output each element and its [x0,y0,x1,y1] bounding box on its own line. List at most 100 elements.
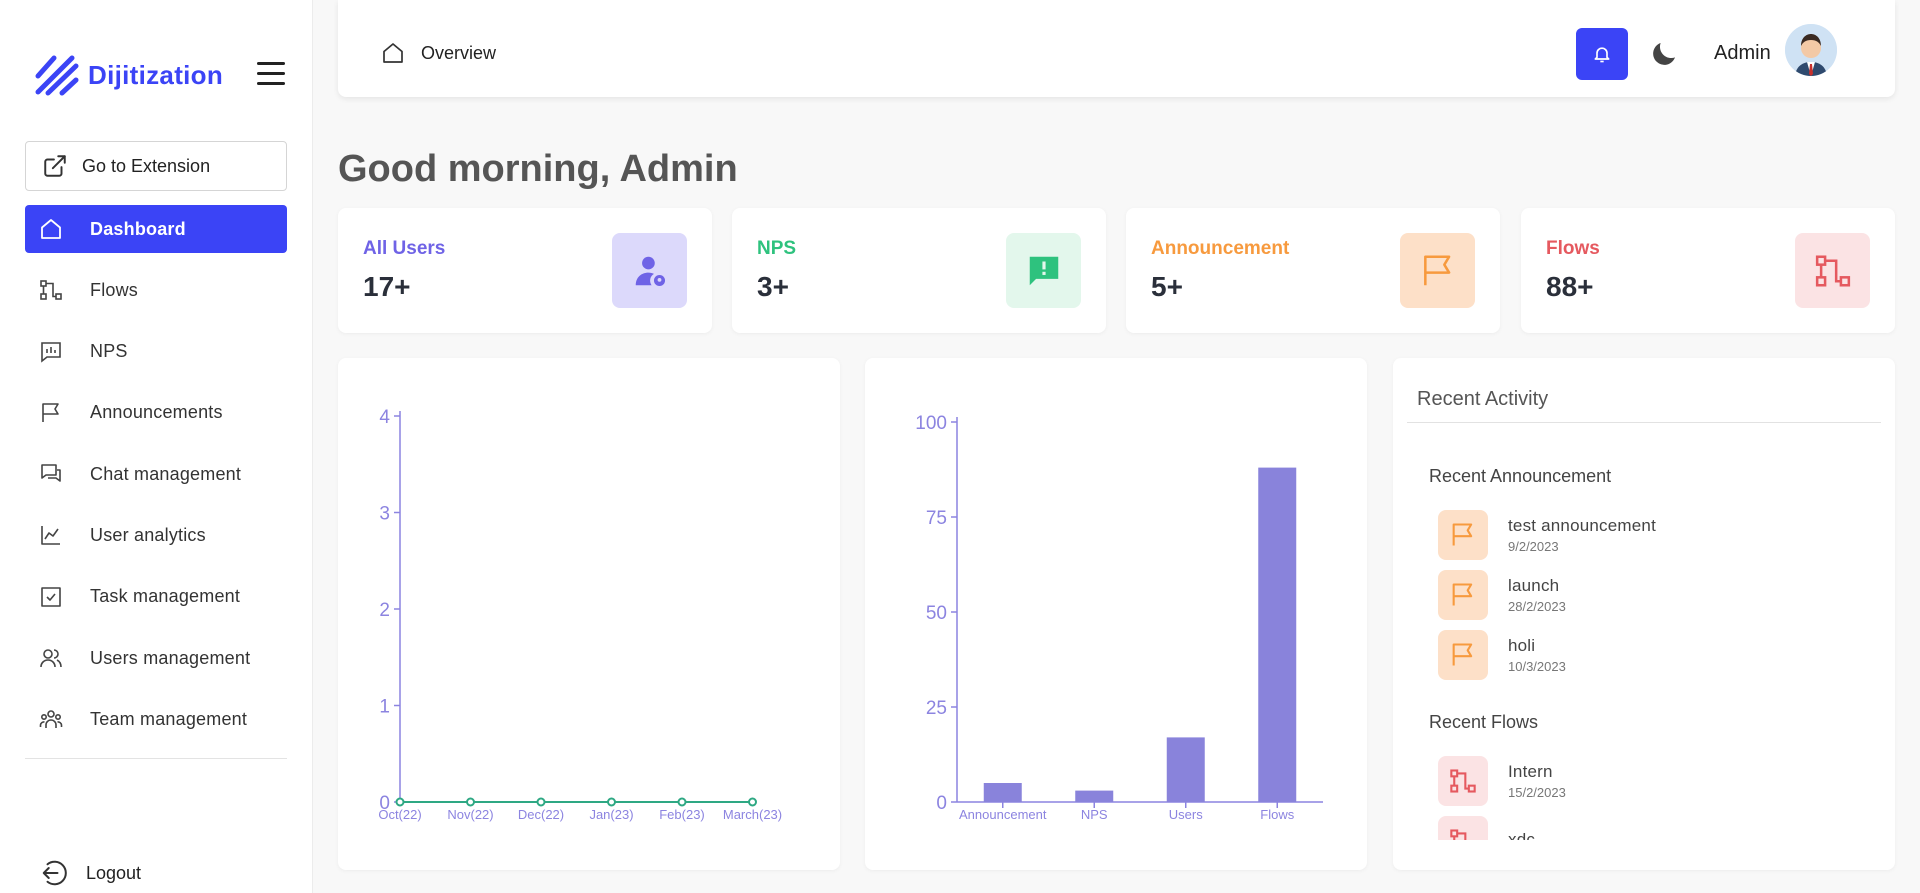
stat-card-announcement[interactable]: Announcement 5+ [1126,208,1500,333]
avatar-image-icon [1785,24,1837,76]
sidebar-item-label: Users management [90,647,251,668]
recent-activity-list[interactable]: Recent Announcement test announcement 9/… [1393,423,1895,840]
logout-button[interactable]: Logout [40,858,141,888]
flag-icon [1423,254,1450,285]
stat-title: Announcement [1151,238,1290,259]
activity-name: xdc [1508,829,1536,841]
sidebar-item-flows[interactable]: Flows [25,266,287,314]
home-icon [383,43,403,63]
x-tick-label: Dec(22) [518,807,564,822]
x-tick-label: March(23) [723,807,782,822]
sidebar-item-users-management[interactable]: Users management [25,634,287,682]
y-tick-label: 4 [379,407,390,428]
x-tick-label: Jan(23) [589,807,633,822]
sidebar-item-dashboard[interactable]: Dashboard [25,205,287,253]
avatar[interactable] [1785,24,1837,76]
sidebar-item-label: Chat management [90,463,242,484]
bar-chart-panel: 0 25 50 75 100 Announcement NPS Users Flows [865,358,1367,870]
sidebar-item-user-analytics[interactable]: User analytics [25,511,287,559]
analytics-icon [41,526,60,546]
sidebar-nav: Dashboard Flows NPS Announcements Chat m… [25,205,287,757]
stat-icon-box [1795,233,1870,308]
stat-card-flows[interactable]: Flows 88+ [1521,208,1895,333]
activity-name: holi [1508,636,1536,655]
feedback-icon [1029,256,1058,285]
sidebar-divider [25,758,287,759]
stat-value: 88+ [1546,271,1594,302]
flow-item[interactable]: Intern 15/2/2023 [1438,756,1566,806]
data-point [536,797,546,807]
y-tick-label: 1 [379,697,390,718]
line-chart-panel: 0 1 2 3 4 Oct(22) Nov(22) Dec(22) Jan(23) Feb(23)… [338,358,840,870]
recent-activity-title: Recent Activity [1417,388,1549,410]
sidebar-item-task-management[interactable]: Task management [25,573,287,621]
chat-icon [41,464,61,482]
brand-logo-icon [35,55,79,96]
sidebar-item-label: Task management [90,586,241,607]
y-tick-label: 0 [936,793,947,814]
flag-icon [1438,570,1488,620]
stat-value: 17+ [363,271,411,302]
data-point [607,797,616,807]
stat-card-users[interactable]: All Users 17+ [338,208,712,333]
brand[interactable]: Dijitization [34,54,223,96]
y-tick-label: 25 [926,698,947,719]
sidebar-item-label: Dashboard [90,218,186,239]
flag-icon [42,403,59,422]
stat-value: 3+ [757,271,789,302]
go-to-extension-button[interactable]: Go to Extension [25,141,287,191]
bar-chart: 0 25 50 75 100 Announcement NPS Users Flows [915,413,1323,822]
breadcrumb[interactable]: Overview [381,41,496,65]
sidebar-item-label: Flows [90,279,139,300]
activity-date: 9/2/2023 [1508,539,1559,554]
activity-date: 28/2/2023 [1508,599,1566,614]
logout-icon [42,860,67,886]
activity-date: 10/3/2023 [1508,659,1566,674]
notifications-button[interactable] [1576,28,1628,80]
announcement-item[interactable]: holi 10/3/2023 [1438,630,1566,680]
stat-title: NPS [757,238,797,259]
x-tick-label: Oct(22) [378,807,421,822]
recent-activity-panel: Recent Activity Recent Announcement test… [1393,358,1895,870]
stat-card-nps[interactable]: NPS 3+ [732,208,1106,333]
menu-toggle-icon[interactable] [257,62,285,86]
home-icon [41,219,61,239]
announcement-item[interactable]: test announcement 9/2/2023 [1438,510,1656,560]
activity-date: 15/2/2023 [1508,785,1566,800]
users-icon [40,649,62,668]
sidebar-item-label: User analytics [90,524,206,545]
recent-flows-title: Recent Flows [1429,712,1539,732]
bell-icon [1594,47,1610,63]
flag-icon [1438,510,1488,560]
logout-label: Logout [86,862,142,883]
data-point [748,797,757,807]
sidebar-item-chat-management[interactable]: Chat management [25,450,287,498]
flow-icon [1438,756,1488,806]
y-tick-label: 75 [926,508,947,529]
x-tick-label: Nov(22) [447,807,493,822]
flow-icon [1815,254,1850,287]
dark-mode-toggle-icon[interactable] [1650,38,1680,68]
sidebar-item-nps[interactable]: NPS [25,328,287,376]
external-link-icon [44,155,66,177]
flow-item[interactable]: xdc [1438,816,1535,840]
flow-icon [40,280,62,301]
sidebar-item-label: NPS [90,341,128,362]
user-name: Admin [1714,42,1771,64]
sidebar-item-team-management[interactable]: Team management [25,695,287,743]
sidebar-item-announcements[interactable]: Announcements [25,389,287,437]
bar [1258,467,1297,802]
x-tick-label: Announcement [959,807,1047,822]
x-tick-label: Feb(23) [659,807,705,822]
flag-icon [1438,630,1488,680]
activity-name: launch [1508,576,1560,595]
bar [983,783,1022,802]
breadcrumb-label: Overview [421,42,497,63]
brand-name: Dijitization [88,59,224,90]
announcement-item[interactable]: launch 28/2/2023 [1438,570,1566,620]
data-point [677,797,687,807]
go-to-extension-label: Go to Extension [82,155,211,176]
recent-announcement-title: Recent Announcement [1429,466,1612,486]
stat-icon-box [1400,233,1475,308]
y-tick-label: 3 [379,504,390,525]
